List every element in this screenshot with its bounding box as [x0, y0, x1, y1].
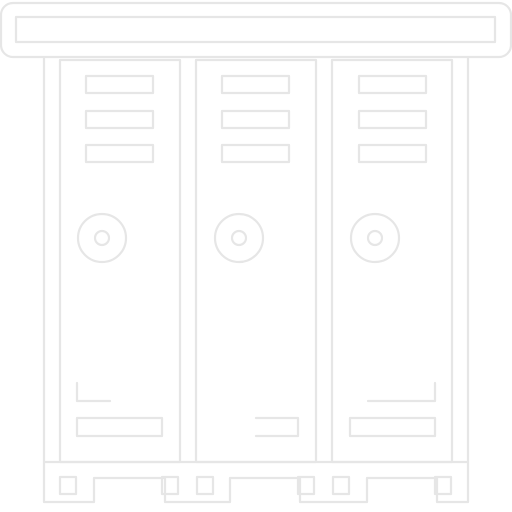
locker-1-lock-inner [93, 229, 111, 247]
locker-3-lock-outer [349, 212, 401, 264]
locker-2-lock-inner [230, 229, 248, 247]
lockers-icon-canvas [0, 0, 512, 512]
locker-1-vent-3 [84, 143, 155, 164]
locker-1-tag [75, 381, 112, 403]
locker-3-handle [348, 416, 437, 438]
locker-1-vent-1 [84, 74, 155, 95]
top-shelf-outer [0, 1, 512, 59]
base-vent-5 [331, 475, 351, 496]
locker-2-lock-outer [213, 212, 265, 264]
locker-door-1 [58, 58, 182, 464]
locker-3-vent-2 [357, 109, 428, 130]
locker-3-vent-3 [357, 143, 428, 164]
locker-door-2 [194, 58, 318, 464]
locker-2-vent-3 [220, 143, 291, 164]
locker-2-vent-1 [220, 74, 291, 95]
locker-2-vent-2 [220, 109, 291, 130]
locker-1-vent-2 [84, 109, 155, 130]
locker-1-lock-outer [76, 212, 128, 264]
top-shelf-inner [14, 15, 497, 44]
lockers-icon [0, 1, 512, 504]
base-vent-3 [195, 475, 215, 496]
locker-3-vent-1 [357, 74, 428, 95]
locker-1-handle [75, 416, 164, 438]
locker-door-3 [330, 58, 454, 464]
locker-2-handle [254, 416, 300, 438]
locker-3-tag [366, 381, 437, 403]
locker-door-2-frame [194, 58, 318, 464]
locker-3-lock-inner [366, 229, 384, 247]
base-vent-1 [58, 475, 78, 496]
